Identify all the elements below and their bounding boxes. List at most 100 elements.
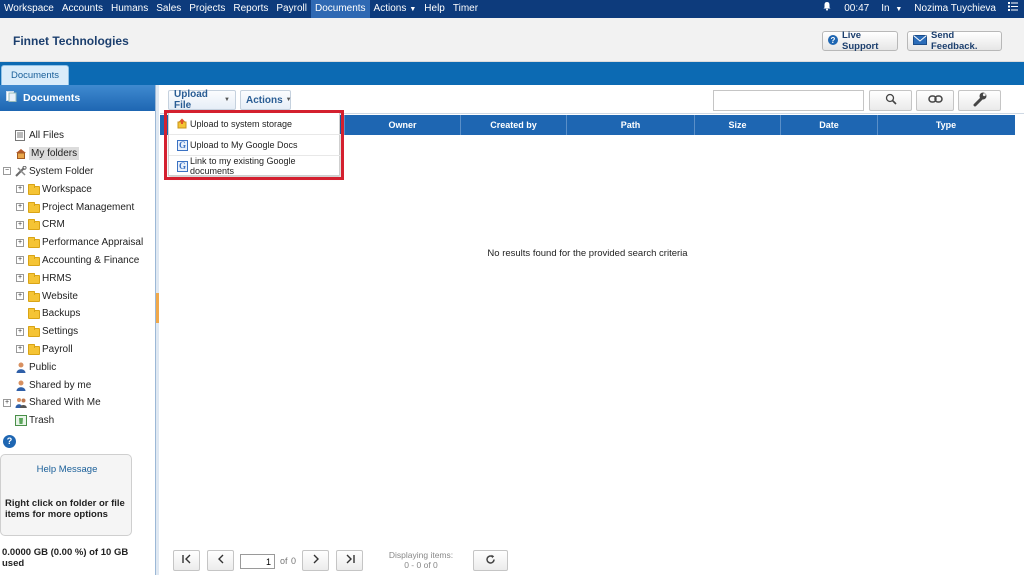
tree-item-label: Settings [42, 326, 79, 338]
column-header-size[interactable]: Size [694, 115, 780, 135]
nav-payroll[interactable]: Payroll [272, 0, 311, 18]
tree-item-trash[interactable]: Trash [0, 412, 155, 430]
wrench-icon [972, 91, 988, 110]
column-header-type[interactable]: Type [877, 115, 1014, 135]
column-header-owner[interactable]: Owner [344, 115, 460, 135]
nav-help[interactable]: Help [420, 0, 449, 18]
folder-icon [28, 237, 40, 249]
column-header-path[interactable]: Path [566, 115, 694, 135]
search-input[interactable] [713, 90, 864, 111]
nav-sales[interactable]: Sales [152, 0, 185, 18]
tree-item-public[interactable]: Public [0, 358, 155, 376]
bell-icon[interactable] [816, 0, 838, 18]
refresh-button[interactable] [473, 550, 508, 571]
documents-main: Upload File ▼ Actions ▼ Owner Created by… [160, 85, 1024, 575]
folder-icon [28, 272, 40, 284]
splitter-handle[interactable] [156, 293, 159, 323]
expand-icon[interactable]: + [16, 292, 24, 301]
tree-item-backups[interactable]: Backups [0, 305, 155, 323]
column-header-created-by[interactable]: Created by [460, 115, 566, 135]
tree-item-system-folder[interactable]: − System Folder [0, 163, 155, 181]
upload-file-menu: Upload to system storage G Upload to My … [168, 112, 341, 176]
expand-icon[interactable]: + [16, 256, 24, 265]
tree-item-workspace[interactable]: + Workspace [0, 180, 155, 198]
tree-item-project-management[interactable]: + Project Management [0, 198, 155, 216]
tree-item-accounting-finance[interactable]: + Accounting & Finance [0, 252, 155, 270]
actions-button[interactable]: Actions ▼ [240, 90, 292, 110]
expand-icon[interactable]: + [16, 327, 24, 336]
expand-icon[interactable]: + [16, 203, 24, 212]
expand-icon[interactable]: + [3, 398, 11, 407]
nav-humans[interactable]: Humans [107, 0, 152, 18]
nav-documents[interactable]: Documents [310, 0, 370, 18]
tree-item-label: My folders [29, 147, 80, 161]
status-dropdown[interactable]: In ▼ [875, 0, 908, 19]
search-button[interactable] [869, 90, 912, 111]
app-header: Finnet Technologies ? Live Support Send … [0, 18, 1024, 62]
expand-icon[interactable]: + [16, 274, 24, 283]
menu-item-label: Upload to system storage [190, 118, 293, 129]
nav-timer[interactable]: Timer [449, 0, 482, 18]
displaying-items-info: Displaying items: 0 - 0 of 0 [382, 550, 460, 570]
tree-item-hrms[interactable]: + HRMS [0, 269, 155, 287]
tree-item-shared-by-me[interactable]: Shared by me [0, 376, 155, 394]
link-button[interactable] [916, 90, 954, 111]
menu-list-icon[interactable] [1002, 0, 1024, 18]
nav-reports[interactable]: Reports [229, 0, 272, 18]
tree-item-crm[interactable]: + CRM [0, 216, 155, 234]
tree-item-label: Trash [29, 415, 55, 427]
tree-item-label: Project Management [42, 201, 135, 213]
nav-projects[interactable]: Projects [185, 0, 229, 18]
tree-item-all-files[interactable]: All Files [0, 127, 155, 145]
first-page-button[interactable] [173, 550, 200, 571]
menu-item-upload-system-storage[interactable]: Upload to system storage [169, 113, 341, 134]
expand-icon[interactable]: + [16, 238, 24, 247]
tree-item-my-folders[interactable]: My folders [0, 145, 155, 163]
tab-documents[interactable]: Documents [1, 65, 69, 85]
tree-item-label: Shared With Me [29, 397, 101, 409]
page-number-input[interactable] [240, 554, 275, 569]
panel-splitter[interactable] [155, 85, 159, 575]
last-page-icon [344, 554, 356, 567]
tree-item-payroll[interactable]: + Payroll [0, 341, 155, 359]
folder-icon [28, 254, 40, 266]
tree-item-performance-appraisal[interactable]: + Performance Appraisal [0, 234, 155, 252]
folder-icon [28, 308, 40, 320]
settings-button[interactable] [958, 90, 1001, 111]
expand-icon[interactable]: + [16, 185, 24, 194]
live-support-button[interactable]: ? Live Support [822, 30, 898, 52]
expand-icon[interactable]: + [16, 345, 24, 354]
upload-file-label: Upload File [174, 89, 208, 111]
collapse-icon[interactable]: − [3, 167, 11, 176]
folder-tree: All Files My folders − System Folder + W… [0, 127, 155, 430]
column-header-date[interactable]: Date [780, 115, 877, 135]
last-page-button[interactable] [336, 550, 363, 571]
search-icon [885, 93, 897, 108]
clock-time: 00:47 [844, 3, 870, 14]
expand-icon[interactable]: + [16, 220, 24, 229]
tree-item-label: HRMS [42, 272, 72, 284]
company-name: Finnet Technologies [13, 34, 129, 48]
menu-item-link-google-documents[interactable]: G Link to my existing Google documents [169, 155, 341, 176]
user-share-icon [15, 380, 27, 391]
tree-item-label: Backups [42, 308, 81, 320]
nav-actions[interactable]: Actions ▼ [370, 0, 421, 18]
help-icon[interactable]: ? [3, 435, 16, 448]
tree-item-website[interactable]: + Website [0, 287, 155, 305]
status-label: In [881, 2, 890, 14]
next-page-button[interactable] [302, 550, 329, 571]
page-of-label: of [280, 556, 288, 566]
envelope-icon [913, 34, 927, 48]
help-message-box: Help Message Right click on folder or fi… [0, 454, 132, 536]
previous-page-button[interactable] [207, 550, 234, 571]
link-icon [927, 94, 943, 107]
nav-workspace[interactable]: Workspace [0, 0, 58, 18]
send-feedback-button[interactable]: Send Feedback. [907, 30, 1002, 52]
tree-item-settings[interactable]: + Settings [0, 323, 155, 341]
user-name[interactable]: Nozima Tuychieva [908, 0, 1002, 18]
tree-item-label: Performance Appraisal [42, 237, 144, 249]
upload-file-button[interactable]: Upload File ▼ [168, 89, 236, 111]
menu-item-upload-google-docs[interactable]: G Upload to My Google Docs [169, 134, 341, 155]
tree-item-shared-with-me[interactable]: + Shared With Me [0, 394, 155, 412]
nav-accounts[interactable]: Accounts [58, 0, 107, 18]
